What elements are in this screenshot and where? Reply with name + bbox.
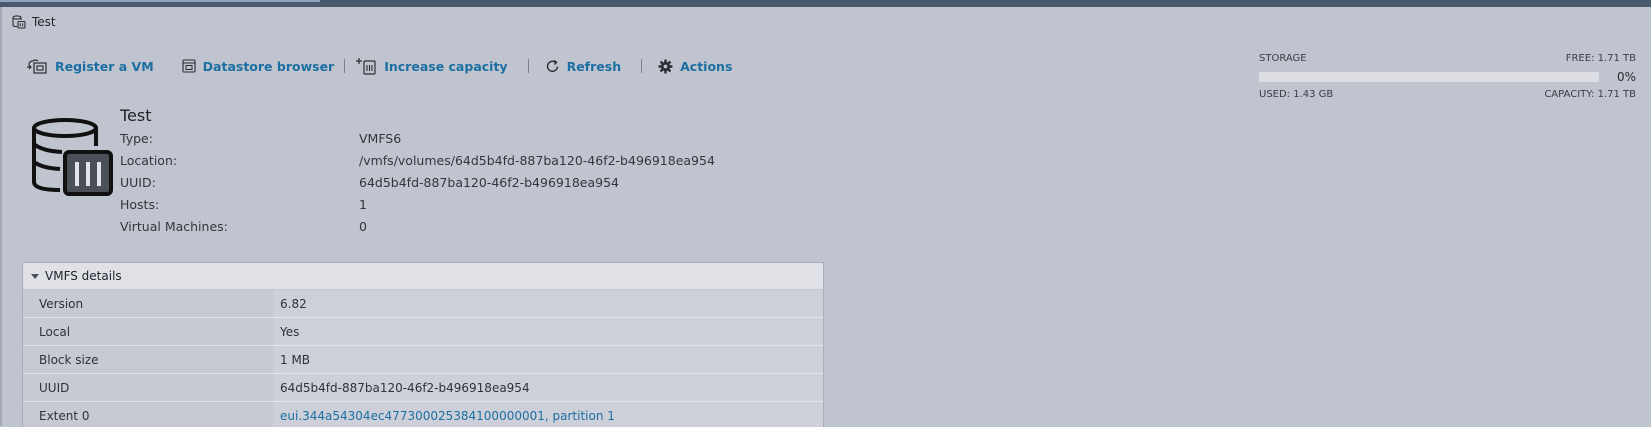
- window-title: Test: [32, 15, 56, 29]
- datastore-browser-button[interactable]: Datastore browser: [182, 58, 335, 74]
- summary-value: /vmfs/volumes/64d5b4fd-887ba120-46f2-b49…: [359, 152, 715, 168]
- toolbar: Register a VM Datastore browser Increase…: [26, 56, 732, 76]
- summary-value: 0: [359, 218, 367, 234]
- datastore-browser-label: Datastore browser: [202, 58, 335, 74]
- refresh-icon: [545, 59, 560, 74]
- details-label: Local: [23, 318, 273, 345]
- datastore-browser-icon: [182, 59, 196, 73]
- summary-label: Virtual Machines:: [120, 218, 228, 234]
- increase-capacity-button[interactable]: Increase capacity: [355, 57, 508, 75]
- summary-row-type: Type: VMFS6: [120, 127, 715, 149]
- refresh-button[interactable]: Refresh: [545, 58, 622, 74]
- actions-button[interactable]: Actions: [658, 59, 732, 74]
- left-edge: [0, 7, 2, 426]
- summary-row-hosts: Hosts: 1: [120, 193, 715, 215]
- actions-label: Actions: [680, 58, 733, 74]
- refresh-label: Refresh: [566, 58, 622, 74]
- vmfs-details-header[interactable]: VMFS details: [23, 263, 823, 290]
- datastore-icon: [12, 15, 26, 29]
- toolbar-separator: [641, 59, 643, 73]
- details-row-local: Local Yes: [23, 318, 823, 346]
- window-title-bar: Test: [12, 13, 56, 31]
- summary-value: 64d5b4fd-887ba120-46f2-b496918ea954: [359, 174, 619, 190]
- summary-value: 1: [359, 196, 367, 212]
- storage-label: STORAGE: [1259, 53, 1307, 64]
- tab-indicator: [0, 0, 320, 2]
- details-label: Block size: [23, 346, 273, 373]
- storage-free: FREE: 1.71 TB: [1565, 53, 1636, 64]
- details-value: 6.82: [273, 290, 823, 317]
- datastore-name: Test: [120, 106, 152, 125]
- toolbar-separator: [344, 59, 346, 73]
- toolbar-separator: [527, 59, 529, 73]
- summary-row-virtual-machines: Virtual Machines: 0: [120, 215, 715, 237]
- summary-row-uuid: UUID: 64d5b4fd-887ba120-46f2-b496918ea95…: [120, 171, 715, 193]
- summary-label: Location:: [120, 152, 178, 168]
- storage-percent: 0%: [1616, 70, 1636, 84]
- summary-row-location: Location: /vmfs/volumes/64d5b4fd-887ba12…: [120, 149, 715, 171]
- register-vm-button[interactable]: Register a VM: [26, 58, 154, 74]
- vmfs-details-title: VMFS details: [45, 269, 122, 283]
- details-label: Extent 0: [23, 402, 273, 427]
- extent-link[interactable]: eui.344a54304ec477300025384100000001, pa…: [273, 402, 823, 427]
- summary-label: UUID:: [120, 174, 156, 190]
- storage-panel: STORAGE FREE: 1.71 TB 0% USED: 1.43 GB C…: [1259, 53, 1636, 100]
- details-value: Yes: [273, 318, 823, 345]
- details-label: Version: [23, 290, 273, 317]
- register-vm-icon: [26, 58, 48, 74]
- details-row-uuid: UUID 64d5b4fd-887ba120-46f2-b496918ea954: [23, 374, 823, 402]
- gear-icon: [658, 59, 673, 74]
- details-row-extent-0: Extent 0 eui.344a54304ec4773000253841000…: [23, 402, 823, 427]
- details-row-block-size: Block size 1 MB: [23, 346, 823, 374]
- datastore-large-icon: [32, 118, 114, 202]
- storage-used: USED: 1.43 GB: [1259, 89, 1334, 100]
- top-strip: [0, 0, 1651, 7]
- details-label: UUID: [23, 374, 273, 401]
- summary-value: VMFS6: [359, 130, 402, 146]
- summary-label: Hosts:: [120, 196, 160, 212]
- details-value: 1 MB: [273, 346, 823, 373]
- storage-capacity: CAPACITY: 1.71 TB: [1544, 89, 1636, 100]
- details-value: 64d5b4fd-887ba120-46f2-b496918ea954: [273, 374, 823, 401]
- details-row-version: Version 6.82: [23, 290, 823, 318]
- increase-capacity-label: Increase capacity: [384, 58, 508, 74]
- summary-label: Type:: [120, 130, 153, 146]
- caret-down-icon: [31, 273, 39, 279]
- register-vm-label: Register a VM: [55, 58, 154, 74]
- storage-usage-bar: [1259, 72, 1599, 82]
- increase-capacity-icon: [355, 57, 377, 75]
- datastore-summary: Test Type: VMFS6 Location: /vmfs/volumes…: [120, 106, 715, 237]
- vmfs-details-panel: VMFS details Version 6.82 Local Yes Bloc…: [22, 262, 824, 427]
